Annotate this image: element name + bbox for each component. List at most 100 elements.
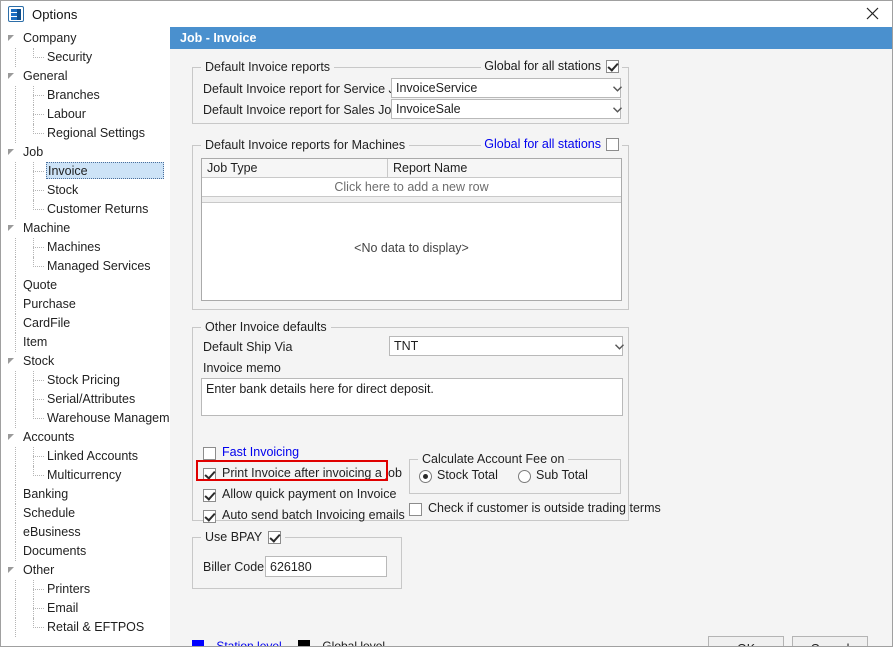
tree-connector [15, 181, 16, 200]
global-for-all-stations-label-1: Global for all stations [484, 59, 601, 73]
legend-global-level: - Global level [298, 639, 385, 647]
expander-triangle-icon[interactable] [8, 73, 14, 79]
sidebar-item-label: Stock [23, 354, 54, 368]
expander-triangle-icon[interactable] [8, 225, 14, 231]
sidebar-item-cardfile[interactable]: CardFile [2, 314, 170, 333]
invoice-memo-textarea[interactable]: Enter bank details here for direct depos… [201, 378, 623, 416]
sales-job-report-value: InvoiceSale [396, 102, 461, 116]
close-icon[interactable] [850, 1, 893, 26]
tree-connector [15, 580, 16, 599]
sidebar-item-retail-eftpos[interactable]: Retail & EFTPOS [2, 618, 170, 637]
sidebar-item-serial-attributes[interactable]: Serial/Attributes [2, 390, 170, 409]
sidebar-item-quote[interactable]: Quote [2, 276, 170, 295]
sidebar-item-invoice[interactable]: Invoice [2, 162, 170, 181]
checkbox-label-print-invoice-after-invoicing-a-job[interactable]: Print Invoice after invoicing a job [222, 466, 402, 480]
radio-stock-total-label[interactable]: Stock Total [437, 468, 498, 482]
sidebar-item-documents[interactable]: Documents [2, 542, 170, 561]
sidebar-item-machines[interactable]: Machines [2, 238, 170, 257]
sidebar-item-customer-returns[interactable]: Customer Returns [2, 200, 170, 219]
sales-job-report-combo[interactable]: InvoiceSale [391, 99, 621, 119]
sidebar-item-stock-pricing[interactable]: Stock Pricing [2, 371, 170, 390]
sidebar-item-label: CardFile [23, 316, 70, 330]
sidebar-item-company[interactable]: Company [2, 29, 170, 48]
tree-connector [15, 542, 22, 561]
sidebar-item-schedule[interactable]: Schedule [2, 504, 170, 523]
sidebar-item-printers[interactable]: Printers [2, 580, 170, 599]
grid-column-header-job-type[interactable]: Job Type [202, 159, 388, 177]
sidebar-item-ebusiness[interactable]: eBusiness [2, 523, 170, 542]
ok-button[interactable]: OK [708, 636, 784, 647]
checkbox-label-allow-quick-payment-on-invoice[interactable]: Allow quick payment on Invoice [222, 487, 396, 501]
sidebar-item-labour[interactable]: Labour [2, 105, 170, 124]
sidebar-item-label: Machines [47, 240, 101, 254]
sidebar-item-linked-accounts[interactable]: Linked Accounts [2, 447, 170, 466]
tree-connector [33, 209, 44, 210]
tree-connector [15, 504, 22, 523]
sidebar-item-accounts[interactable]: Accounts [2, 428, 170, 447]
radio-sub-total-label[interactable]: Sub Total [536, 468, 588, 482]
grid-new-row-prompt[interactable]: Click here to add a new row [202, 178, 621, 197]
sidebar-item-machine[interactable]: Machine [2, 219, 170, 238]
sidebar-item-email[interactable]: Email [2, 599, 170, 618]
sidebar-item-banking[interactable]: Banking [2, 485, 170, 504]
checkbox-fast-invoicing[interactable] [203, 447, 216, 460]
expander-triangle-icon[interactable] [8, 35, 14, 41]
service-job-report-label: Default Invoice report for Service Job [203, 82, 409, 96]
sidebar-item-label: Retail & EFTPOS [47, 620, 144, 634]
expander-triangle-icon[interactable] [8, 567, 14, 573]
outside-trading-terms-checkbox[interactable] [409, 503, 422, 516]
sidebar-item-label: Printers [47, 582, 90, 596]
expander-triangle-icon[interactable] [8, 358, 14, 364]
sidebar-item-branches[interactable]: Branches [2, 86, 170, 105]
checkbox-label-fast-invoicing[interactable]: Fast Invoicing [222, 445, 299, 459]
other-invoice-defaults-group: Other Invoice defaults Default Ship Via … [192, 327, 629, 521]
sidebar-item-stock[interactable]: Stock [2, 181, 170, 200]
tree-connector [15, 105, 16, 124]
machines-reports-grid[interactable]: Job Type Report Name Click here to add a… [201, 158, 622, 301]
sidebar-item-stock[interactable]: Stock [2, 352, 170, 371]
checkbox-auto-send-batch-invoicing-emails[interactable] [203, 510, 216, 523]
cancel-button[interactable]: Cancel [792, 636, 868, 647]
dialog-footer: - Station level - Global level OK Cancel [170, 625, 893, 647]
options-window: Options CompanySecurityGeneralBranchesLa… [0, 0, 893, 647]
station-level-label: - Station level [209, 639, 282, 647]
tree-connector [15, 314, 22, 333]
tree-connector [15, 618, 16, 637]
legend-station-level: - Station level [192, 639, 282, 647]
sidebar-item-managed-services[interactable]: Managed Services [2, 257, 170, 276]
global-for-all-stations-checkbox-1[interactable] [606, 60, 619, 73]
sidebar-item-label: Managed Services [47, 259, 151, 273]
use-bpay-checkbox[interactable] [268, 531, 281, 544]
service-job-report-combo[interactable]: InvoiceService [391, 78, 621, 98]
tree-connector [15, 48, 16, 67]
sidebar-item-general[interactable]: General [2, 67, 170, 86]
global-level-swatch-icon [298, 640, 310, 647]
sidebar-item-security[interactable]: Security [2, 48, 170, 67]
sidebar-item-label: Serial/Attributes [47, 392, 135, 406]
sidebar-item-multicurrency[interactable]: Multicurrency [2, 466, 170, 485]
sidebar-item-warehouse-management[interactable]: Warehouse Management [2, 409, 170, 428]
sidebar-item-regional-settings[interactable]: Regional Settings [2, 124, 170, 143]
invoice-memo-label: Invoice memo [203, 361, 281, 375]
sidebar-item-job[interactable]: Job [2, 143, 170, 162]
expander-triangle-icon[interactable] [8, 149, 14, 155]
service-job-report-value: InvoiceService [396, 81, 477, 95]
tree-connector [15, 257, 16, 276]
tree-connector [33, 627, 44, 628]
sidebar-item-item[interactable]: Item [2, 333, 170, 352]
checkbox-label-auto-send-batch-invoicing-emails[interactable]: Auto send batch Invoicing emails [222, 508, 405, 522]
checkbox-allow-quick-payment-on-invoice[interactable] [203, 489, 216, 502]
global-for-all-stations-checkbox-2[interactable] [606, 138, 619, 151]
sidebar-item-purchase[interactable]: Purchase [2, 295, 170, 314]
outside-trading-terms-label[interactable]: Check if customer is outside trading ter… [428, 501, 661, 515]
radio-sub-total[interactable] [518, 470, 531, 483]
options-navigation-tree[interactable]: CompanySecurityGeneralBranchesLabourRegi… [2, 27, 170, 647]
default-ship-via-combo[interactable]: TNT [389, 336, 623, 356]
sidebar-item-other[interactable]: Other [2, 561, 170, 580]
other-invoice-defaults-title: Other Invoice defaults [201, 320, 331, 334]
expander-triangle-icon[interactable] [8, 434, 14, 440]
grid-column-header-report-name[interactable]: Report Name [388, 159, 621, 177]
checkbox-print-invoice-after-invoicing-a-job[interactable] [203, 468, 216, 481]
biller-code-input[interactable]: 626180 [265, 556, 387, 577]
radio-stock-total[interactable] [419, 470, 432, 483]
